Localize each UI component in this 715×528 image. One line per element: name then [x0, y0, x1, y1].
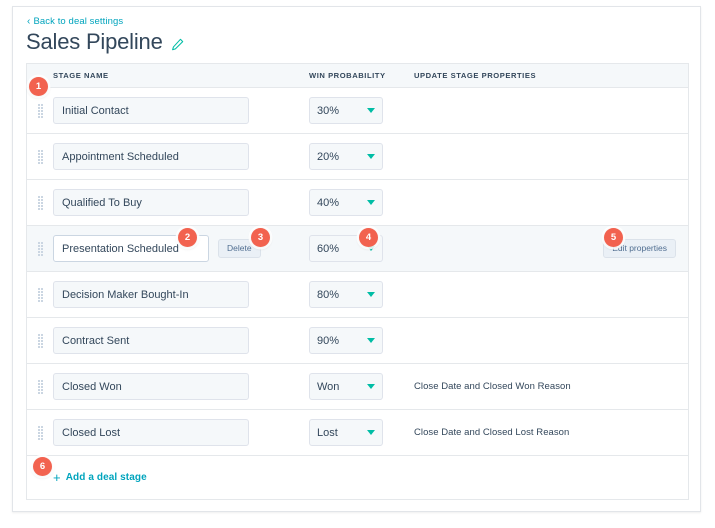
win-probability-value: 30%: [317, 104, 340, 117]
win-probability-cell: Lost: [309, 419, 414, 446]
callout-badge: 4: [359, 228, 378, 247]
add-deal-stage-label: Add a deal stage: [65, 472, 147, 483]
chevron-down-icon: [367, 430, 375, 435]
drag-handle-icon[interactable]: [27, 241, 53, 256]
chevron-down-icon: [367, 384, 375, 389]
stage-name-cell: [53, 419, 309, 446]
win-probability-value: Won: [317, 380, 340, 393]
win-probability-cell: Won: [309, 373, 414, 400]
deal-stages-table: STAGE NAME WIN PROBABILITY UPDATE STAGE …: [26, 63, 689, 500]
win-probability-select[interactable]: 80%: [309, 281, 383, 308]
table-header-update-stage-properties: UPDATE STAGE PROPERTIES: [414, 71, 537, 80]
stage-name-input[interactable]: [53, 189, 249, 216]
table-row: Delete60%Edit properties: [27, 226, 688, 272]
win-probability-value: Lost: [317, 426, 338, 439]
callout-badge: 1: [29, 77, 48, 96]
callout-badge: 5: [604, 228, 623, 247]
pencil-icon[interactable]: [171, 38, 184, 51]
win-probability-select[interactable]: 90%: [309, 327, 383, 354]
stage-name-input[interactable]: [53, 419, 249, 446]
page-title: Sales Pipeline: [26, 29, 163, 54]
stage-name-input[interactable]: [53, 373, 249, 400]
stage-name-cell: [53, 189, 309, 216]
stage-name-input[interactable]: [53, 143, 249, 170]
page-title-row: Sales Pipeline: [26, 29, 184, 54]
table-header-stage-name: STAGE NAME: [53, 71, 109, 80]
update-stage-properties-cell: Close Date and Closed Lost Reason: [414, 427, 688, 438]
win-probability-cell: 90%: [309, 327, 414, 354]
stage-name-input[interactable]: [53, 327, 249, 354]
drag-handle-icon[interactable]: [27, 149, 53, 164]
win-probability-select[interactable]: 30%: [309, 97, 383, 124]
win-probability-value: 20%: [317, 150, 340, 163]
stage-name-input[interactable]: [53, 281, 249, 308]
callout-badge: 6: [33, 457, 52, 476]
stage-properties-text: Close Date and Closed Won Reason: [414, 381, 571, 392]
table-header-win-probability: WIN PROBABILITY: [309, 71, 386, 80]
win-probability-cell: 40%: [309, 189, 414, 216]
back-to-deal-settings-link[interactable]: ‹ Back to deal settings: [27, 16, 123, 27]
settings-page-frame: ‹ Back to deal settings Sales Pipeline S…: [12, 6, 701, 512]
win-probability-cell: 80%: [309, 281, 414, 308]
chevron-down-icon: [367, 154, 375, 159]
drag-handle-icon[interactable]: [27, 195, 53, 210]
stage-name-cell: [53, 143, 309, 170]
win-probability-select[interactable]: 20%: [309, 143, 383, 170]
table-row: 40%: [27, 180, 688, 226]
win-probability-value: 80%: [317, 288, 340, 301]
chevron-left-icon: ‹: [27, 15, 31, 27]
screenshot-canvas: ‹ Back to deal settings Sales Pipeline S…: [0, 0, 715, 528]
stage-name-cell: [53, 373, 309, 400]
update-stage-properties-cell: Edit properties: [414, 239, 688, 258]
win-probability-select[interactable]: Lost: [309, 419, 383, 446]
chevron-down-icon: [367, 338, 375, 343]
back-link-label: Back to deal settings: [33, 16, 124, 27]
win-probability-value: 60%: [317, 242, 340, 255]
table-row: 20%: [27, 134, 688, 180]
drag-handle-icon[interactable]: [27, 333, 53, 348]
stage-name-cell: [53, 327, 309, 354]
win-probability-value: 40%: [317, 196, 340, 209]
table-row: 80%: [27, 272, 688, 318]
stage-properties-text: Close Date and Closed Lost Reason: [414, 427, 570, 438]
chevron-down-icon: [367, 292, 375, 297]
table-row: Lost Close Date and Closed Lost Reason: [27, 410, 688, 456]
win-probability-select[interactable]: Won: [309, 373, 383, 400]
plus-icon: +: [53, 469, 61, 485]
win-probability-value: 90%: [317, 334, 340, 347]
table-footer: + Add a deal stage: [27, 456, 688, 500]
callout-badge: 3: [251, 228, 270, 247]
win-probability-cell: 30%: [309, 97, 414, 124]
drag-handle-icon[interactable]: [27, 287, 53, 302]
table-row: 30%: [27, 88, 688, 134]
win-probability-cell: 20%: [309, 143, 414, 170]
add-deal-stage-link[interactable]: + Add a deal stage: [53, 471, 147, 484]
drag-handle-icon[interactable]: [27, 103, 53, 118]
win-probability-select[interactable]: 40%: [309, 189, 383, 216]
update-stage-properties-cell: Close Date and Closed Won Reason: [414, 381, 688, 392]
chevron-down-icon: [367, 108, 375, 113]
stage-name-cell: [53, 281, 309, 308]
table-row: Won Close Date and Closed Won Reason: [27, 364, 688, 410]
chevron-down-icon: [367, 200, 375, 205]
stage-name-input[interactable]: [53, 97, 249, 124]
callout-badge: 2: [178, 228, 197, 247]
drag-handle-icon[interactable]: [27, 425, 53, 440]
table-header-row: STAGE NAME WIN PROBABILITY UPDATE STAGE …: [27, 64, 688, 88]
stage-name-cell: [53, 97, 309, 124]
drag-handle-icon[interactable]: [27, 379, 53, 394]
table-row: 90%: [27, 318, 688, 364]
